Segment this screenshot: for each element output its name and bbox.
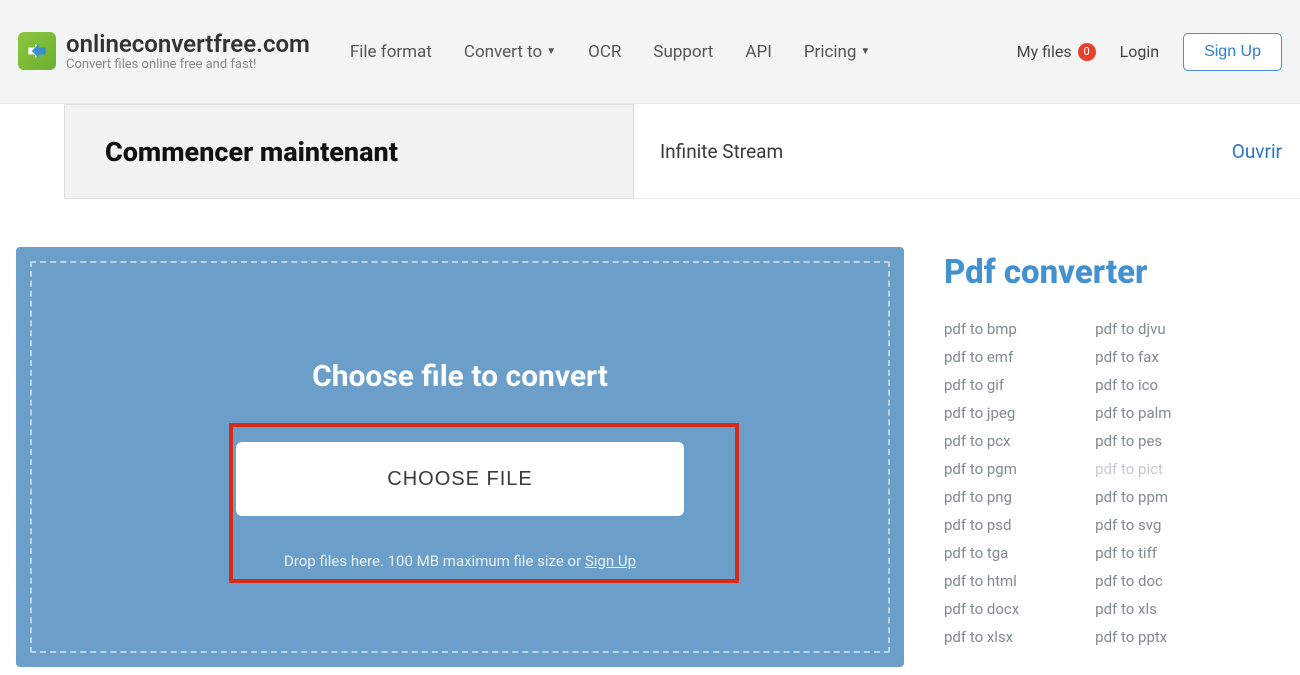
conv-link[interactable]: pdf to emf [944, 348, 1019, 366]
conv-link[interactable]: pdf to pcx [944, 432, 1019, 450]
ad-right-title: Infinite Stream [660, 140, 783, 163]
conv-link[interactable]: pdf to palm [1095, 404, 1171, 422]
ad-right-action[interactable]: Ouvrir [1232, 140, 1282, 163]
brand-tagline: Convert files online free and fast! [66, 57, 310, 72]
conv-link[interactable]: pdf to xlsx [944, 628, 1019, 646]
conv-link[interactable]: pdf to ico [1095, 376, 1171, 394]
converter-col-2: pdf to djvu pdf to fax pdf to ico pdf to… [1095, 320, 1171, 646]
ad-right-panel: Infinite Stream Ouvrir [634, 104, 1300, 199]
nav-file-format[interactable]: File format [350, 42, 432, 62]
nav-support[interactable]: Support [653, 42, 713, 62]
conv-link[interactable]: pdf to tiff [1095, 544, 1171, 562]
conv-link[interactable]: pdf to svg [1095, 516, 1171, 534]
logo-block[interactable]: onlineconvertfree.com Convert files onli… [18, 31, 310, 72]
conv-link[interactable]: pdf to pptx [1095, 628, 1171, 646]
nav-label: Convert to [464, 42, 542, 62]
nav-pricing[interactable]: Pricing▼ [804, 42, 871, 62]
login-link[interactable]: Login [1120, 42, 1159, 61]
highlight-box [229, 423, 739, 583]
my-files-label: My files [1017, 42, 1072, 61]
nav-label: OCR [588, 42, 621, 62]
nav-convert-to[interactable]: Convert to ▼ [464, 42, 556, 62]
conv-link[interactable]: pdf to psd [944, 516, 1019, 534]
nav-api[interactable]: API [745, 42, 771, 62]
converter-col-1: pdf to bmp pdf to emf pdf to gif pdf to … [944, 320, 1019, 646]
conv-link[interactable]: pdf to djvu [1095, 320, 1171, 338]
nav-label: API [745, 42, 771, 62]
nav-ocr[interactable]: OCR [588, 42, 621, 62]
brand-text: onlineconvertfree.com Convert files onli… [66, 31, 310, 72]
conv-link[interactable]: pdf to html [944, 572, 1019, 590]
conv-link[interactable]: pdf to gif [944, 376, 1019, 394]
main-nav: File format Convert to▼ OCR Support API … [350, 42, 870, 62]
ad-left-panel[interactable]: Commencer maintenant [64, 104, 634, 199]
conv-link[interactable]: pdf to pict [1095, 460, 1171, 478]
conv-link[interactable]: pdf to docx [944, 600, 1019, 618]
signup-button[interactable]: Sign Up [1183, 33, 1282, 71]
logo-icon [18, 32, 56, 70]
ad-bar: Commencer maintenant Infinite Stream Ouv… [0, 104, 1300, 199]
conv-link[interactable]: pdf to tga [944, 544, 1019, 562]
conv-link[interactable]: pdf to ppm [1095, 488, 1171, 506]
chevron-down-icon: ▼ [546, 46, 556, 57]
conv-link[interactable]: pdf to png [944, 488, 1019, 506]
ad-left-text: Commencer maintenant [105, 136, 398, 168]
nav-label: Support [653, 42, 713, 62]
header: onlineconvertfree.com Convert files onli… [0, 0, 1300, 104]
sidebar-title: Pdf converter [944, 253, 1300, 292]
main-content: Choose file to convert CHOOSE FILE Drop … [0, 199, 1300, 667]
conv-link[interactable]: pdf to bmp [944, 320, 1019, 338]
conv-link[interactable]: pdf to pgm [944, 460, 1019, 478]
brand-name: onlineconvertfree.com [66, 31, 310, 57]
nav-label: File format [350, 42, 432, 62]
my-files-badge: 0 [1078, 43, 1096, 61]
converter-grid: pdf to bmp pdf to emf pdf to gif pdf to … [944, 320, 1300, 646]
my-files-link[interactable]: My files 0 [1017, 42, 1096, 61]
converter-sidebar: Pdf converter pdf to bmp pdf to emf pdf … [944, 247, 1300, 667]
conv-link[interactable]: pdf to pes [1095, 432, 1171, 450]
nav-label: Pricing [804, 42, 857, 62]
dropzone[interactable]: Choose file to convert CHOOSE FILE Drop … [16, 247, 904, 667]
conv-link[interactable]: pdf to doc [1095, 572, 1171, 590]
header-right: My files 0 Login Sign Up [1017, 33, 1282, 71]
chevron-down-icon: ▼ [860, 46, 870, 57]
conv-link[interactable]: pdf to fax [1095, 348, 1171, 366]
dropzone-title: Choose file to convert [312, 359, 608, 394]
conv-link[interactable]: pdf to xls [1095, 600, 1171, 618]
conv-link[interactable]: pdf to jpeg [944, 404, 1019, 422]
